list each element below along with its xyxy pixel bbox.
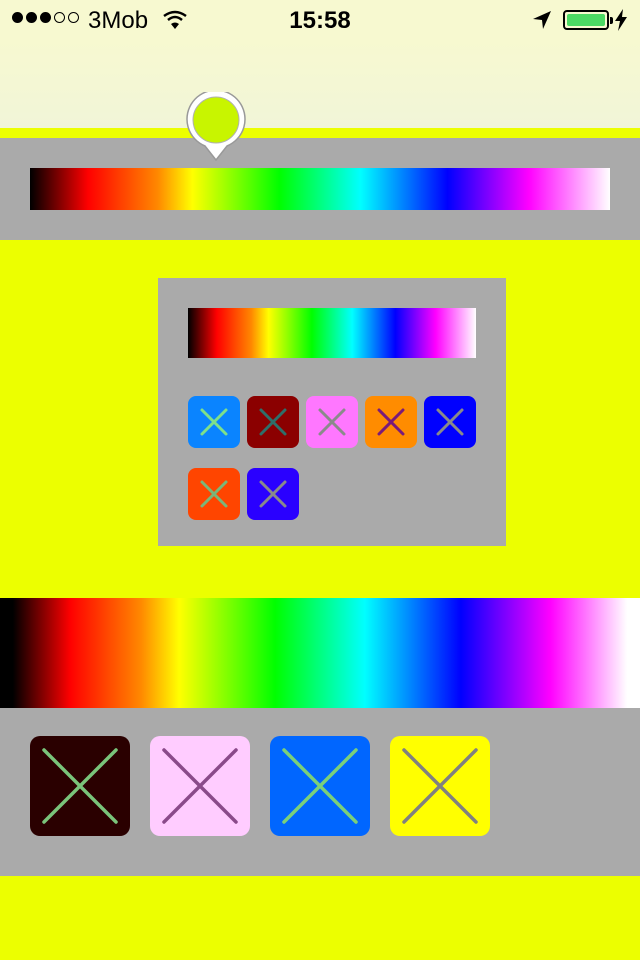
- battery-icon: [563, 10, 613, 30]
- color-swatch-small[interactable]: [306, 396, 358, 448]
- color-swatch-small[interactable]: [247, 396, 299, 448]
- location-arrow-icon: [533, 11, 551, 29]
- color-picker-pin-icon[interactable]: [186, 92, 246, 164]
- status-bar: 3Mob 15:58: [0, 0, 640, 40]
- color-swatch-large[interactable]: [270, 736, 370, 836]
- color-swatch-small[interactable]: [424, 396, 476, 448]
- battery-nub: [610, 17, 613, 24]
- bottom-swatch-panel: [0, 708, 640, 876]
- close-icon: [377, 408, 405, 436]
- charging-bolt-icon: [615, 9, 627, 31]
- color-swatch-large[interactable]: [150, 736, 250, 836]
- battery-level: [567, 14, 605, 26]
- close-icon: [259, 408, 287, 436]
- close-icon: [200, 480, 228, 508]
- close-icon: [200, 408, 228, 436]
- color-swatch-small[interactable]: [188, 468, 240, 520]
- selected-color-strip: [0, 128, 640, 138]
- color-swatch-large[interactable]: [30, 736, 130, 836]
- color-spectrum-slider-small[interactable]: [188, 308, 476, 358]
- color-swatch-small[interactable]: [247, 468, 299, 520]
- navigation-area: [0, 40, 640, 129]
- color-swatch-large[interactable]: [390, 736, 490, 836]
- close-icon: [42, 748, 118, 824]
- color-spectrum-slider-wide[interactable]: [0, 598, 640, 708]
- color-swatch-small[interactable]: [188, 396, 240, 448]
- close-icon: [318, 408, 346, 436]
- close-icon: [436, 408, 464, 436]
- color-swatch-small[interactable]: [365, 396, 417, 448]
- close-icon: [402, 748, 478, 824]
- color-spectrum-slider[interactable]: [30, 168, 610, 210]
- close-icon: [282, 748, 358, 824]
- close-icon: [259, 480, 287, 508]
- close-icon: [162, 748, 238, 824]
- middle-picker-panel: [158, 278, 506, 546]
